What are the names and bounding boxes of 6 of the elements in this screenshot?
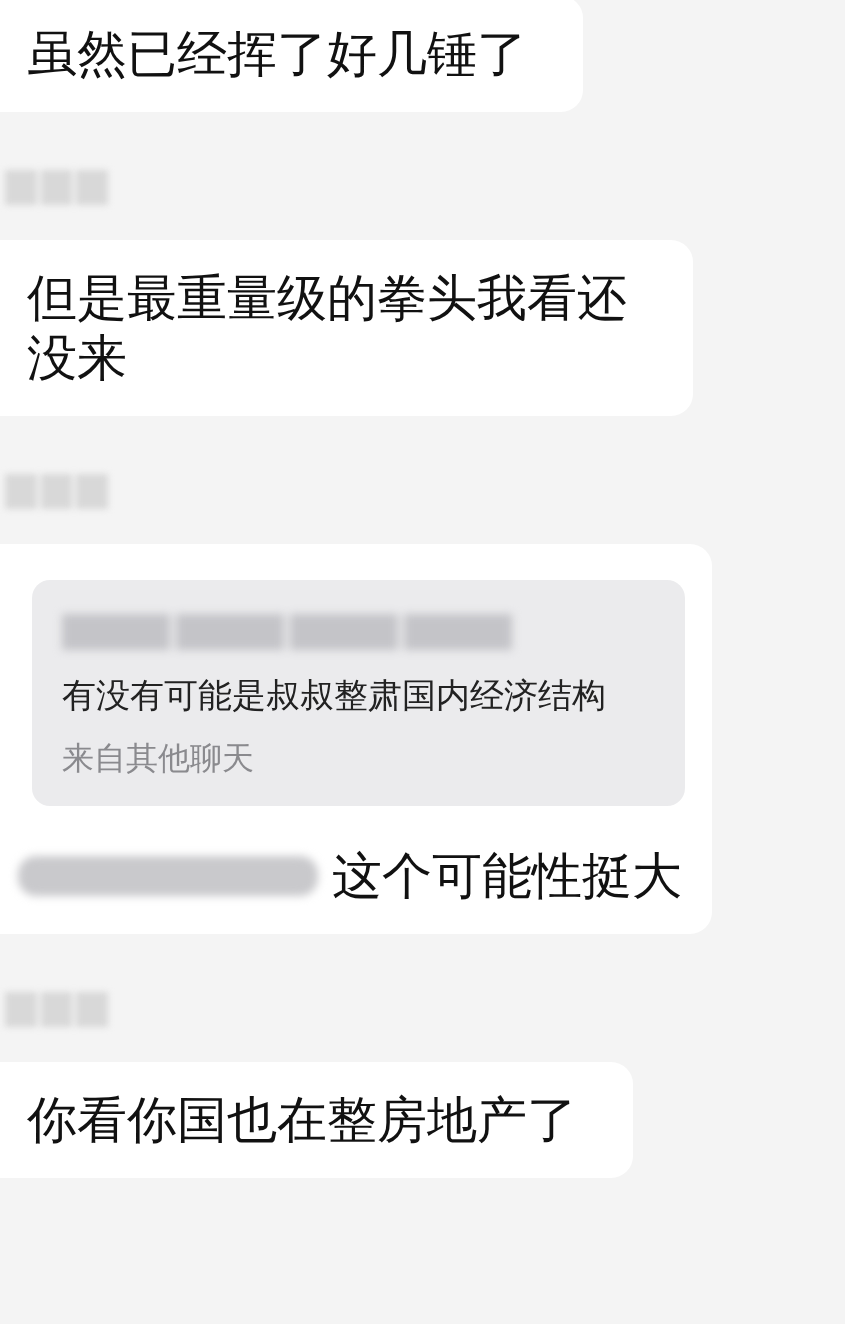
- message-text: 这个可能性挺大: [332, 846, 683, 906]
- message-text: 虽然已经挥了好几锤了: [27, 25, 527, 83]
- message-text: 你看你国也在整房地产了: [27, 1091, 577, 1149]
- quoted-text: 有没有可能是叔叔整肃国内经济结构: [62, 674, 607, 717]
- quote-source: 来自其他聊天: [62, 738, 255, 778]
- message-text: 但是最重量级的拳头我看还没来: [27, 269, 627, 387]
